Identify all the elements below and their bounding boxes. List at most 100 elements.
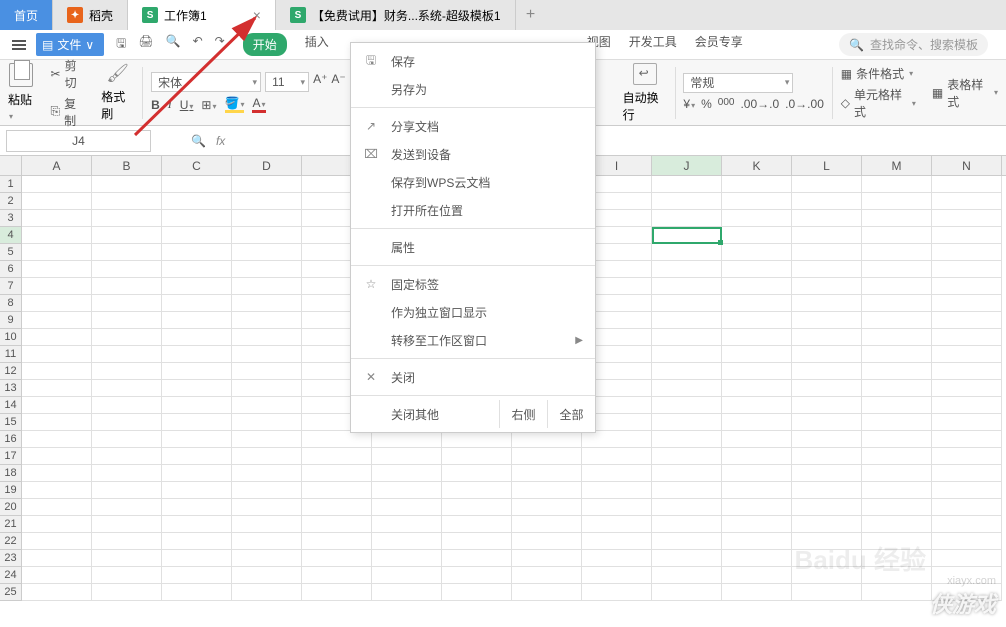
cell[interactable] [862,448,932,465]
cell[interactable] [232,516,302,533]
row-header[interactable]: 23 [0,550,22,567]
cell[interactable] [232,227,302,244]
cell[interactable] [652,193,722,210]
cell[interactable] [92,431,162,448]
cell[interactable] [22,567,92,584]
cell[interactable] [512,567,582,584]
cell[interactable] [162,329,232,346]
cell[interactable] [92,550,162,567]
cell[interactable] [792,363,862,380]
cell[interactable] [232,465,302,482]
brush-icon[interactable]: 🖌 [106,63,129,84]
decrease-font-icon[interactable]: A⁻ [331,72,345,92]
cell[interactable] [512,499,582,516]
cell[interactable] [862,516,932,533]
cell[interactable] [372,431,442,448]
cell[interactable] [652,363,722,380]
cell[interactable] [232,448,302,465]
increase-decimal-button[interactable]: .00→.0 [740,97,779,113]
cell[interactable] [792,448,862,465]
cell[interactable] [512,533,582,550]
cell[interactable] [92,278,162,295]
cell[interactable] [932,193,1002,210]
cell[interactable] [162,550,232,567]
increase-font-icon[interactable]: A⁺ [313,72,327,92]
cell[interactable] [792,312,862,329]
cell[interactable] [932,227,1002,244]
cell[interactable] [932,499,1002,516]
cell[interactable] [792,227,862,244]
cell[interactable] [792,176,862,193]
cell[interactable] [932,244,1002,261]
cell[interactable] [932,176,1002,193]
cell[interactable] [722,482,792,499]
select-all-corner[interactable] [0,156,22,175]
cell[interactable] [22,431,92,448]
cell[interactable] [22,499,92,516]
row-header[interactable]: 19 [0,482,22,499]
cell[interactable] [792,380,862,397]
tab-doke[interactable]: ✦ 稻壳 [53,0,128,30]
cell[interactable] [652,329,722,346]
cell[interactable] [232,210,302,227]
row-header[interactable]: 10 [0,329,22,346]
cell[interactable] [722,176,792,193]
cell[interactable] [302,533,372,550]
row-header[interactable]: 16 [0,431,22,448]
cell[interactable] [582,550,652,567]
row-header[interactable]: 2 [0,193,22,210]
cell[interactable] [372,465,442,482]
hamburger-icon[interactable] [12,39,26,51]
cell[interactable] [302,550,372,567]
cell[interactable] [932,414,1002,431]
ctx-close-others[interactable]: 关闭其他 [351,400,499,428]
ctx-pin-tab[interactable]: ☆固定标签 [351,270,595,298]
cell[interactable] [92,193,162,210]
row-header[interactable]: 21 [0,516,22,533]
ctx-move-workspace[interactable]: 转移至工作区窗口▶ [351,326,595,354]
tab-home[interactable]: 首页 [0,0,53,30]
ctx-independent-window[interactable]: 作为独立窗口显示 [351,298,595,326]
cell[interactable] [92,176,162,193]
cell[interactable] [932,516,1002,533]
row-header[interactable]: 13 [0,380,22,397]
cell[interactable] [302,431,372,448]
cell[interactable] [232,193,302,210]
cell[interactable] [442,499,512,516]
paste-button[interactable]: 粘贴 [8,91,35,122]
row-header[interactable]: 17 [0,448,22,465]
cell[interactable] [232,312,302,329]
col-A[interactable]: A [22,156,92,175]
cell[interactable] [302,584,372,601]
row-header[interactable]: 12 [0,363,22,380]
cell[interactable] [92,380,162,397]
cell[interactable] [932,465,1002,482]
add-tab-button[interactable]: + [516,0,546,30]
cell[interactable] [792,244,862,261]
cell[interactable] [862,482,932,499]
cell[interactable] [232,584,302,601]
cell[interactable] [92,312,162,329]
cell[interactable] [162,278,232,295]
col-L[interactable]: L [792,156,862,175]
cell[interactable] [162,499,232,516]
cell[interactable] [932,346,1002,363]
cell[interactable] [722,193,792,210]
row-header[interactable]: 4 [0,227,22,244]
cell[interactable] [932,363,1002,380]
wrap-text-button[interactable]: 自动换行 [623,89,667,123]
cell[interactable] [792,584,862,601]
cell[interactable] [932,312,1002,329]
cell[interactable] [232,414,302,431]
cell[interactable] [722,380,792,397]
row-header[interactable]: 9 [0,312,22,329]
cell[interactable] [232,329,302,346]
cell[interactable] [932,533,1002,550]
cell[interactable] [372,516,442,533]
cell[interactable] [792,278,862,295]
row-header[interactable]: 14 [0,397,22,414]
cell[interactable] [442,482,512,499]
cell[interactable] [512,482,582,499]
row-header[interactable]: 20 [0,499,22,516]
cell[interactable] [722,448,792,465]
